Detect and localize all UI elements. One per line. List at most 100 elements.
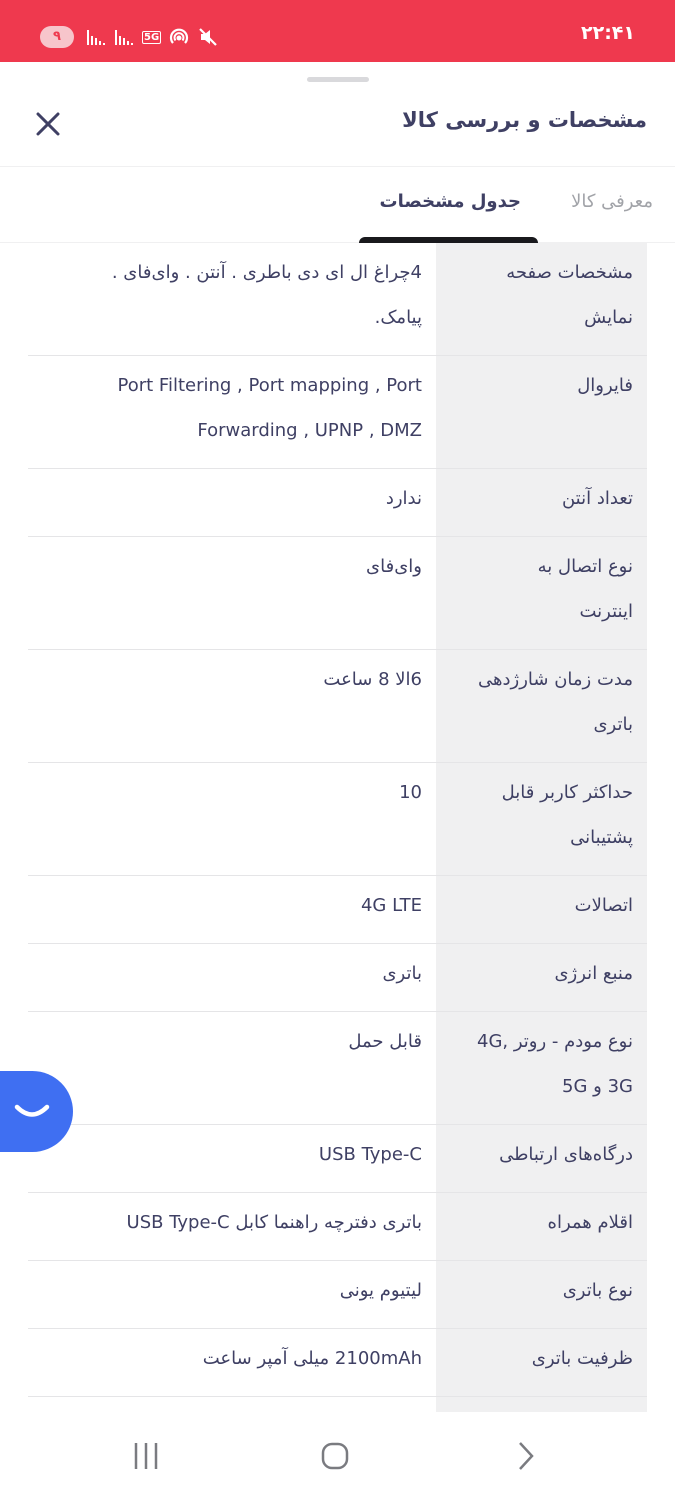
tab-bar: معرفی کالا جدول مشخصات <box>0 167 675 243</box>
spec-key: نوع اتصال به اینترنت <box>436 537 647 649</box>
spec-key: نوع باتری <box>436 1261 647 1328</box>
spec-key: مشخصات صفحه نمایش <box>436 243 647 355</box>
spec-key-line: اینترنت <box>579 601 634 622</box>
spec-value: Port Filtering , Port mapping , Port Forw… <box>28 356 436 468</box>
spec-key: منبع انرژی <box>436 944 647 1011</box>
spec-key-line: مشخصات صفحه <box>506 262 633 283</box>
spec-value-line: 4G LTE <box>360 895 422 916</box>
spec-value: قابل حمل <box>28 1012 436 1124</box>
recents-button[interactable] <box>129 1440 163 1472</box>
close-button[interactable] <box>30 106 66 142</box>
spec-row <box>28 1397 647 1413</box>
spec-value-line: پیامک. <box>374 307 422 328</box>
spec-value: باتری <box>28 944 436 1011</box>
spec-key: اتصالات <box>436 876 647 943</box>
spec-value: 2100mAh میلی آمپر ساعت <box>28 1329 436 1396</box>
status-time: ۲۲:۴۱ <box>581 22 635 44</box>
sheet-title: مشخصات و بررسی کالا <box>402 108 647 132</box>
sheet-header: مشخصات و بررسی کالا <box>0 94 675 167</box>
spec-row: ظرفیت باتری 2100mAh میلی آمپر ساعت <box>28 1329 647 1397</box>
spec-row: اقلام همراه باتری دفترچه راهنما کابل USB … <box>28 1193 647 1261</box>
spec-row: منبع انرژی باتری <box>28 944 647 1012</box>
tab-spec-table[interactable]: جدول مشخصات <box>380 191 521 212</box>
hotspot-icon <box>170 28 189 44</box>
spec-key-line: مدت زمان شارژدهی <box>478 669 633 690</box>
spec-key: حداکثر کاربر قابل پشتیبانی <box>436 763 647 875</box>
spec-key-line: اتصالات <box>574 895 633 916</box>
spec-value: لیتیوم یونی <box>28 1261 436 1328</box>
chat-smile-icon <box>14 1104 49 1117</box>
tab-product-intro[interactable]: معرفی کالا <box>571 191 653 212</box>
bottom-sheet: مشخصات و بررسی کالا معرفی کالا جدول مشخص… <box>0 62 675 1413</box>
close-icon <box>36 112 60 136</box>
spec-key: مدت زمان شارژدهی باتری <box>436 650 647 762</box>
spec-key: درگاه‌های ارتباطی <box>436 1125 647 1192</box>
spec-value: ندارد <box>28 469 436 536</box>
spec-value: 4چراغ ال ای دی باطری . آنتن . وای‌فای . پ… <box>28 243 436 355</box>
signal-icon <box>87 30 105 45</box>
spec-value-line: 10 <box>399 782 422 803</box>
spec-value-line: Port Filtering , Port mapping , Port <box>117 375 423 396</box>
spec-key: نوع مودم - روتر ,4G 3G و 5G <box>436 1012 647 1124</box>
spec-row: مدت زمان شارژدهی باتری 6الا 8 ساعت <box>28 650 647 763</box>
spec-key: ظرفیت باتری <box>436 1329 647 1396</box>
home-button[interactable] <box>318 1440 352 1472</box>
spec-row: حداکثر کاربر قابل پشتیبانی 10 <box>28 763 647 876</box>
status-icons: 5G <box>86 22 219 52</box>
spec-value-line: باتری دفترچه راهنما کابل USB Type-C <box>126 1212 422 1233</box>
spec-key: اقلام همراه <box>436 1193 647 1260</box>
spec-row: نوع مودم - روتر ,4G 3G و 5G قابل حمل <box>28 1012 647 1125</box>
spec-row: تعداد آنتن ندارد <box>28 469 647 537</box>
back-button[interactable] <box>508 1440 542 1472</box>
mute-icon <box>199 28 217 46</box>
system-nav-bar <box>0 1412 675 1500</box>
spec-key-line: تعداد آنتن <box>561 488 633 509</box>
spec-key-line: 3G و 5G <box>562 1076 633 1097</box>
spec-key-line: باتری <box>593 714 633 735</box>
spec-value-line: 2100mAh میلی آمپر ساعت <box>202 1348 422 1369</box>
back-icon <box>519 1442 534 1470</box>
spec-key: فایروال <box>436 356 647 468</box>
spec-value-line: USB Type-C <box>318 1144 422 1165</box>
spec-key-line: پشتیبانی <box>570 827 633 848</box>
drag-handle[interactable] <box>307 77 369 82</box>
network-type-label: 5G <box>142 30 162 44</box>
spec-value-line: Forwarding , UPNP , DMZ <box>197 420 422 441</box>
notification-count-badge: ۹ <box>40 26 74 48</box>
spec-table: مشخصات صفحه نمایش 4چراغ ال ای دی باطری . آ… <box>28 243 647 1413</box>
spec-key-line: نوع اتصال به <box>537 556 633 577</box>
spec-row: نوع اتصال به اینترنت وای‌فای <box>28 537 647 650</box>
spec-row: اتصالات 4G LTE <box>28 876 647 944</box>
spec-value: 6الا 8 ساعت <box>28 650 436 762</box>
spec-value-line: ندارد <box>385 488 422 509</box>
spec-key-line: اقلام همراه <box>547 1212 633 1233</box>
spec-key-line: فایروال <box>577 375 633 396</box>
spec-row: نوع باتری لیتیوم یونی <box>28 1261 647 1329</box>
spec-key-line: ظرفیت باتری <box>531 1348 633 1369</box>
status-bar: ۹ 5G ۲۲:۴۱ <box>0 0 675 62</box>
spec-value: وای‌فای <box>28 537 436 649</box>
spec-row: درگاه‌های ارتباطی USB Type-C <box>28 1125 647 1193</box>
spec-value: باتری دفترچه راهنما کابل USB Type-C <box>28 1193 436 1260</box>
spec-value: 10 <box>28 763 436 875</box>
spec-row: مشخصات صفحه نمایش 4چراغ ال ای دی باطری . آ… <box>28 243 647 356</box>
spec-key <box>436 1397 647 1413</box>
recents-icon <box>134 1443 158 1469</box>
spec-value-line: 6الا 8 ساعت <box>323 669 422 690</box>
spec-key-line: نوع باتری <box>562 1280 633 1301</box>
spec-key: تعداد آنتن <box>436 469 647 536</box>
spec-key-line: نمایش <box>584 307 633 328</box>
spec-value <box>28 1397 436 1413</box>
spec-value-line: قابل حمل <box>348 1031 422 1052</box>
spec-value: USB Type-C <box>28 1125 436 1192</box>
spec-key-line: نوع مودم - روتر ,4G <box>477 1031 633 1052</box>
spec-value-line: باتری <box>382 963 422 984</box>
home-icon <box>321 1442 349 1470</box>
spec-key-line: حداکثر کاربر قابل <box>501 782 633 803</box>
spec-value-line: لیتیوم یونی <box>339 1280 422 1301</box>
spec-key-line: منبع انرژی <box>554 963 633 984</box>
signal-icon-2 <box>115 30 133 45</box>
spec-key-line: درگاه‌های ارتباطی <box>499 1144 633 1165</box>
spec-value-line: وای‌فای <box>366 556 422 577</box>
spec-value-line: 4چراغ ال ای دی باطری . آنتن . وای‌فای . <box>111 262 422 283</box>
